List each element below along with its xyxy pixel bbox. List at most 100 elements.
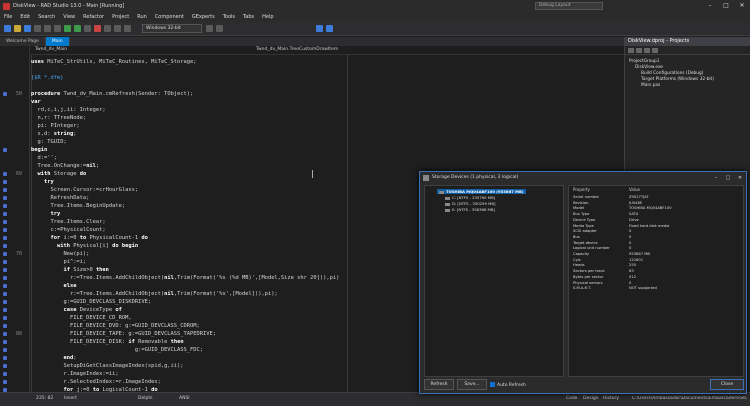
breakpoint-marker-icon[interactable]	[3, 308, 7, 312]
tab-history[interactable]: History	[603, 396, 619, 401]
code-line[interactable]: rd,c,i,j,ii: Integer;	[31, 106, 105, 114]
save-all-icon[interactable]	[34, 25, 41, 32]
platform-combo[interactable]: Windows 32-bit	[142, 24, 202, 33]
dialog-maximize-icon[interactable]: □	[722, 175, 734, 181]
breakpoint-marker-icon[interactable]	[3, 380, 7, 384]
breakpoint-marker-icon[interactable]	[3, 356, 7, 360]
breakpoint-marker-icon[interactable]	[3, 372, 7, 376]
breakpoint-marker-icon[interactable]	[3, 188, 7, 192]
code-line[interactable]: s,d: string;	[31, 130, 76, 138]
menu-tabs[interactable]: Tabs	[243, 14, 254, 20]
menu-run[interactable]: Run	[137, 14, 147, 20]
save-icon[interactable]	[24, 25, 31, 32]
breakpoint-marker-icon[interactable]	[3, 300, 7, 304]
menu-file[interactable]: File	[4, 14, 12, 20]
breakpoint-marker-icon[interactable]	[3, 236, 7, 240]
code-line[interactable]: d:='';	[31, 154, 56, 162]
save-button[interactable]: Save...	[457, 379, 487, 390]
dialog-close-icon[interactable]: ✕	[734, 175, 746, 181]
breakpoint-marker-icon[interactable]	[3, 260, 7, 264]
line-gutter[interactable]: 50 60 70 80	[0, 46, 30, 392]
code-line[interactable]: procedure Twnd_dv_Main.cmRefresh(Sender:…	[31, 90, 193, 98]
refresh-button[interactable]: Refresh	[424, 379, 454, 390]
code-line[interactable]: if Size>0 then	[31, 266, 108, 274]
property-list[interactable]: Property Value Serial number Z9S27TJAT Rev…	[568, 185, 744, 377]
breakpoint-marker-icon[interactable]	[3, 252, 7, 256]
code-line[interactable]: Screen.Cursor:=crHourGlass;	[31, 186, 138, 194]
breakpoint-marker-icon[interactable]	[3, 196, 7, 200]
build-icon[interactable]	[206, 25, 213, 32]
deploy-icon[interactable]	[216, 25, 223, 32]
code-line[interactable]: g:=GUID_DEVCLASS_DISKDRIVE;	[31, 298, 151, 306]
breakpoint-marker-icon[interactable]	[3, 148, 7, 152]
code-line[interactable]: n,r: TTreeNode;	[31, 114, 86, 122]
code-line[interactable]: SetupDiGetClassImageIndex(spid,g,ii);	[31, 362, 183, 370]
code-line[interactable]: g: TGUID;	[31, 138, 66, 146]
step-into-icon[interactable]	[114, 25, 121, 32]
encoding[interactable]: ANSI	[179, 396, 190, 401]
menu-gexperts[interactable]: GExperts	[192, 14, 215, 20]
tab-code[interactable]: Code	[566, 396, 578, 401]
step-over-icon[interactable]	[104, 25, 111, 32]
code-line[interactable]: r.ImageIndex:=ii;	[31, 370, 118, 378]
nav-back-icon[interactable]	[316, 25, 323, 32]
breakpoint-marker-icon[interactable]	[3, 180, 7, 184]
run-without-debug-icon[interactable]	[74, 25, 81, 32]
code-line[interactable]: FILE_DEVICE_DISK: if Removable then	[31, 338, 184, 346]
code-line[interactable]: Tree.OnChange:=nil;	[31, 162, 99, 170]
breakpoint-marker-icon[interactable]	[3, 316, 7, 320]
code-line[interactable]: pi: PInteger;	[31, 122, 79, 130]
open-icon[interactable]	[14, 25, 21, 32]
code-line[interactable]: Tree.Items.BeginUpdate;	[31, 202, 125, 210]
menu-help[interactable]: Help	[262, 14, 273, 20]
value-column-header[interactable]: Value	[629, 187, 640, 192]
project-tree-item[interactable]: Main.pas	[641, 83, 660, 88]
device-tree-item[interactable]: TOSHIBA MQ04ABF100 (953867 MB)	[437, 189, 526, 194]
maximize-icon[interactable]: □	[718, 0, 734, 12]
breakpoint-marker-icon[interactable]	[3, 276, 7, 280]
menu-project[interactable]: Project	[112, 14, 129, 20]
project-tree-item[interactable]: Build Configurations (Debug)	[641, 71, 703, 76]
code-line[interactable]: g:=GUID_DEVCLASS_FDC;	[31, 346, 203, 354]
code-line[interactable]: with Physical[i] do begin	[31, 242, 138, 250]
breakpoint-marker-icon[interactable]	[3, 212, 7, 216]
breakpoint-marker-icon[interactable]	[3, 348, 7, 352]
menu-search[interactable]: Search	[38, 14, 55, 20]
device-tree-item[interactable]: E: [NTFS - 358368 MB]	[445, 207, 495, 212]
breakpoint-marker-icon[interactable]	[3, 268, 7, 272]
breakpoint-marker-icon[interactable]	[3, 204, 7, 208]
code-line[interactable]: pi^:=i;	[31, 258, 86, 266]
redo-icon[interactable]	[54, 25, 61, 32]
device-tree-item[interactable]: D: [NTFS - 350299 MB]	[445, 201, 495, 206]
breakpoint-marker-icon[interactable]	[3, 220, 7, 224]
breakpoint-marker-icon[interactable]	[3, 172, 7, 176]
breakpoint-marker-icon[interactable]	[3, 364, 7, 368]
device-tree[interactable]: TOSHIBA MQ04ABF100 (953867 MB) C: [NTFS -…	[424, 185, 564, 377]
auto-refresh-checkbox[interactable]: Auto Refresh	[490, 382, 526, 388]
project-tree-item[interactable]: DiskView.exe	[635, 65, 663, 70]
breakpoint-marker-icon[interactable]	[3, 292, 7, 296]
breakpoint-marker-icon[interactable]	[3, 228, 7, 232]
code-line[interactable]: r:=Tree.Items.AddChildObject(nil,Trim(Fo…	[31, 290, 278, 298]
breakpoint-marker-icon[interactable]	[3, 284, 7, 288]
breadcrumb-method[interactable]: Twnd_dv_Main.TreeCustomDrawItem	[256, 47, 338, 52]
menu-component[interactable]: Component	[155, 14, 184, 20]
dialog-minimize-icon[interactable]: –	[710, 175, 722, 181]
code-line[interactable]: else	[31, 282, 76, 290]
code-line[interactable]: var	[31, 98, 41, 106]
activate-icon[interactable]	[628, 47, 634, 53]
undo-icon[interactable]	[44, 25, 51, 32]
menu-edit[interactable]: Edit	[20, 14, 30, 20]
layout-combo[interactable]: Debug Layout	[535, 2, 603, 10]
code-line[interactable]: try	[31, 178, 54, 186]
code-line[interactable]: New(pi);	[31, 250, 89, 258]
device-tree-item[interactable]: C: [NTFS - 235790 MB]	[445, 195, 495, 200]
menu-tools[interactable]: Tools	[223, 14, 235, 20]
new-icon[interactable]	[4, 25, 11, 32]
code-line[interactable]: c:=PhysicalCount;	[31, 226, 105, 234]
code-line[interactable]: case DeviceType of	[31, 306, 121, 314]
code-line[interactable]: with Storage do	[31, 170, 87, 178]
tab-welcome-page[interactable]: Welcome Page	[0, 37, 46, 46]
code-line[interactable]: FILE_DEVICE_TAPE: g:=GUID_DEVCLASS_TAPED…	[31, 330, 216, 338]
code-line[interactable]: r:=Tree.Items.AddChildObject(nil,Trim(Fo…	[31, 274, 339, 282]
